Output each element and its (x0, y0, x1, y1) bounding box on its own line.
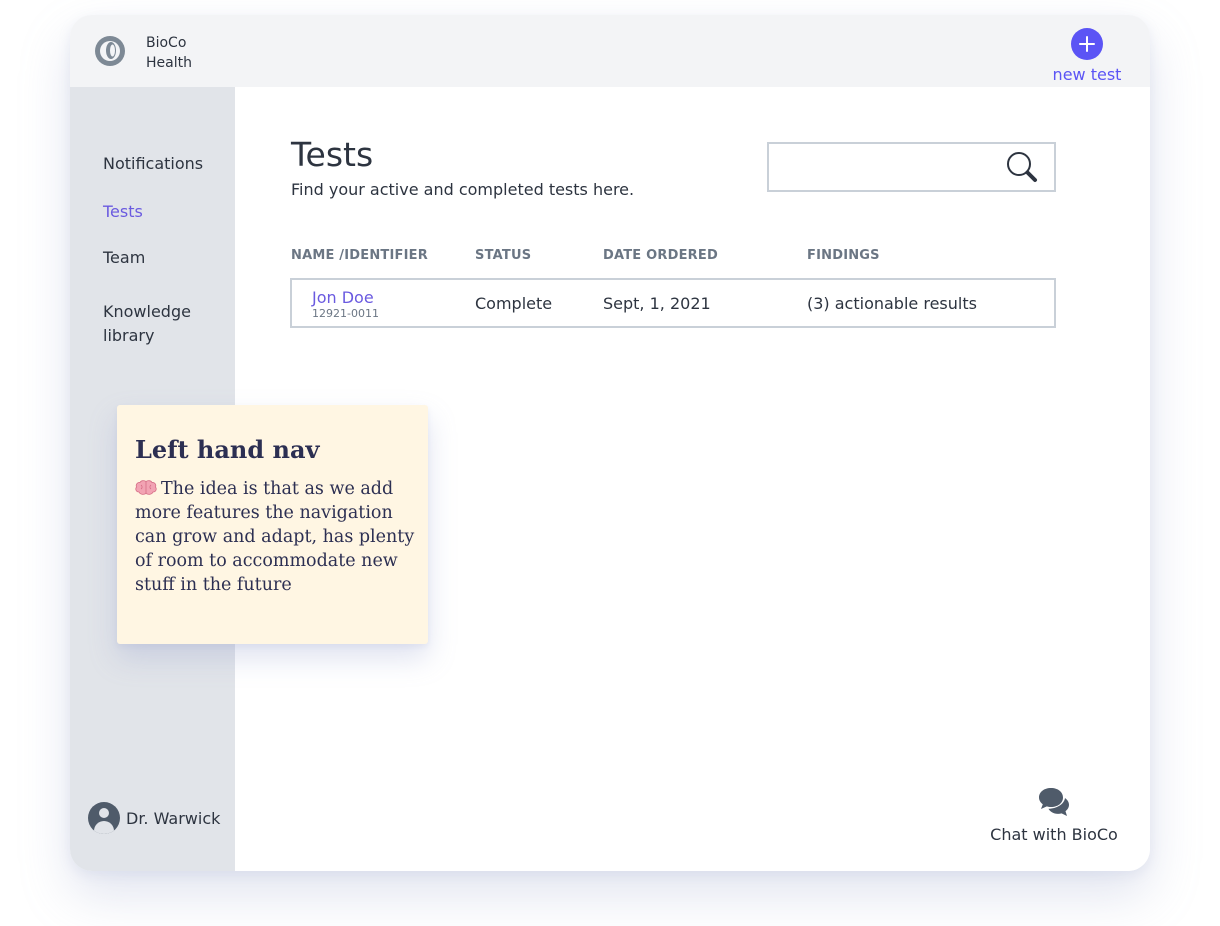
sidebar-item-notifications[interactable]: Notifications (103, 152, 203, 176)
chat-bubbles-icon (1039, 788, 1069, 816)
search-box[interactable] (767, 142, 1056, 192)
date-ordered-cell: Sept, 1, 2021 (603, 294, 711, 313)
page-subtitle: Find your active and completed tests her… (291, 180, 635, 199)
column-header-name: NAME /IDENTIFIER (291, 248, 428, 263)
column-header-date-ordered: DATE ORDERED (603, 248, 718, 263)
annotation-note: Left hand nav The idea is that as we add… (117, 405, 428, 644)
chat-button[interactable]: Chat with BioCo (975, 785, 1133, 844)
brand-line-2: Health (146, 55, 192, 71)
plus-icon (1079, 36, 1095, 52)
new-test-label[interactable]: new test (1044, 65, 1130, 84)
brand-name: BioCo Health (146, 33, 192, 73)
table-row[interactable]: Jon Doe 12921-0011 Complete Sept, 1, 202… (290, 278, 1056, 328)
new-test-button[interactable] (1071, 28, 1103, 60)
top-bar: BioCo Health new test (70, 15, 1150, 87)
page-title: Tests (291, 135, 374, 174)
chat-label: Chat with BioCo (990, 825, 1118, 844)
note-body: The idea is that as we add more features… (135, 479, 415, 595)
avatar (88, 802, 120, 834)
bioco-logo-icon (95, 36, 125, 66)
brain-icon (135, 480, 157, 495)
search-icon[interactable] (1005, 150, 1039, 184)
sidebar-item-tests[interactable]: Tests (103, 200, 143, 224)
status-cell: Complete (475, 294, 553, 313)
user-profile[interactable]: Dr. Warwick (88, 802, 220, 834)
patient-name-link[interactable]: Jon Doe (312, 288, 374, 307)
note-title: Left hand nav (135, 435, 320, 464)
column-header-findings: FINDINGS (807, 248, 880, 263)
sidebar-item-team[interactable]: Team (103, 246, 145, 270)
column-header-status: STATUS (475, 248, 532, 263)
patient-identifier: 12921-0011 (312, 307, 379, 320)
note-body-container: The idea is that as we add more features… (135, 477, 415, 597)
search-input[interactable] (777, 154, 997, 180)
sidebar-item-knowledge-library[interactable]: Knowledge library (103, 300, 213, 348)
findings-cell: (3) actionable results (807, 294, 977, 313)
brand-line-1: BioCo (146, 35, 187, 51)
user-name: Dr. Warwick (126, 808, 221, 828)
